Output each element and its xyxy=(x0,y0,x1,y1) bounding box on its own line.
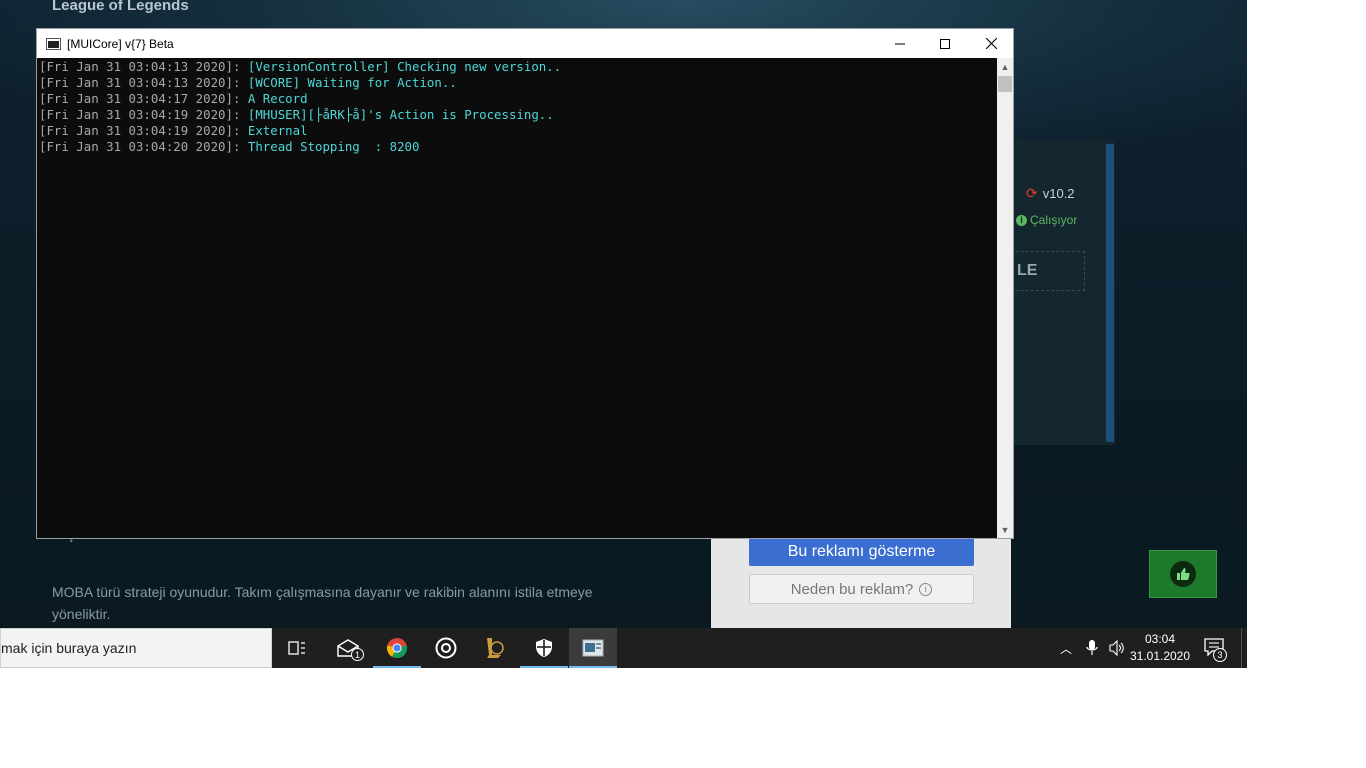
notification-badge: 3 xyxy=(1213,648,1227,662)
thumbs-up-icon xyxy=(1170,561,1196,587)
console-line: [Fri Jan 31 03:04:13 2020]: [VersionCont… xyxy=(39,59,997,75)
log-timestamp: [Fri Jan 31 03:04:17 2020]: xyxy=(39,91,248,106)
why-this-ad-label: Neden bu reklam? xyxy=(790,580,914,598)
taskbar-app-chrome[interactable] xyxy=(373,628,421,668)
desktop-screen: League of Legends ⟳ v10.2 i Çalışıyor LE… xyxy=(0,0,1247,668)
maximize-button[interactable] xyxy=(922,29,968,58)
taskbar-clock[interactable]: 03:04 31.01.2020 xyxy=(1128,631,1192,665)
console-line: [Fri Jan 31 03:04:13 2020]: [WCORE] Wait… xyxy=(39,75,997,91)
status-label: Çalışıyor xyxy=(1030,213,1078,227)
maximize-icon xyxy=(940,38,950,49)
side-panel-scrollbar[interactable] xyxy=(1106,144,1114,442)
log-message: A Record xyxy=(247,91,308,106)
taskbar-app-console[interactable] xyxy=(569,628,617,668)
minimize-icon xyxy=(895,43,905,44)
taskbar: mak için buraya yazın 1 ︿ 03:04 31.01.20… xyxy=(0,628,1247,668)
taskbar-app-groove[interactable] xyxy=(422,628,470,668)
log-timestamp: [Fri Jan 31 03:04:20 2020]: xyxy=(39,139,248,154)
console-output[interactable]: [Fri Jan 31 03:04:13 2020]: [VersionCont… xyxy=(37,58,997,538)
console-line: [Fri Jan 31 03:04:17 2020]: A Record xyxy=(39,91,997,107)
clock-date: 31.01.2020 xyxy=(1129,649,1191,663)
scroll-up-arrow-icon[interactable]: ▲ xyxy=(997,58,1013,75)
console-titlebar[interactable]: [MUICore] v{7} Beta xyxy=(37,29,1013,58)
shield-icon xyxy=(536,639,552,657)
console-scrollbar[interactable]: ▲ ▼ xyxy=(997,58,1013,538)
show-hidden-icons-chevron-icon[interactable]: ︿ xyxy=(1060,640,1072,657)
task-view-button[interactable] xyxy=(273,628,321,668)
log-message: [MHUSER][├åRK├å]'s Action is Processing.… xyxy=(247,107,554,122)
like-button[interactable] xyxy=(1149,550,1217,598)
console-line: [Fri Jan 31 03:04:19 2020]: [MHUSER][├åR… xyxy=(39,107,997,123)
mail-badge: 1 xyxy=(351,648,364,661)
taskbar-search-input[interactable]: mak için buraya yazın xyxy=(0,628,272,668)
log-message: External xyxy=(247,123,308,138)
clock-time: 03:04 xyxy=(1144,632,1176,646)
league-of-legends-icon xyxy=(487,638,504,658)
task-view-icon xyxy=(288,641,305,655)
microphone-icon[interactable] xyxy=(1086,639,1098,657)
close-icon xyxy=(985,38,997,49)
console-line: [Fri Jan 31 03:04:19 2020]: External xyxy=(39,123,997,139)
refresh-icon[interactable]: ⟳ xyxy=(1026,185,1038,202)
status-info-icon: i xyxy=(1016,214,1027,226)
scroll-down-arrow-icon[interactable]: ▼ xyxy=(997,521,1013,538)
volume-icon[interactable] xyxy=(1108,639,1126,657)
console-line: [Fri Jan 31 03:04:20 2020]: Thread Stopp… xyxy=(39,139,997,155)
log-message: [VersionController] Checking new version… xyxy=(247,59,562,74)
console-title: [MUICore] v{7} Beta xyxy=(67,36,174,51)
version-row: ⟳ v10.2 xyxy=(1026,185,1075,202)
status-row: i Çalışıyor xyxy=(1016,213,1077,227)
version-label: v10.2 xyxy=(1042,186,1075,201)
scroll-thumb[interactable] xyxy=(998,76,1012,92)
log-timestamp: [Fri Jan 31 03:04:13 2020]: xyxy=(39,59,248,74)
info-icon: i xyxy=(919,582,933,596)
why-this-ad-button[interactable]: Neden bu reklam? i xyxy=(749,574,974,604)
ad-panel: Bu reklamı gösterme Neden bu reklam? i xyxy=(711,538,1011,628)
console-app-icon xyxy=(46,37,61,50)
hide-ad-button[interactable]: Bu reklamı gösterme xyxy=(749,538,974,566)
log-timestamp: [Fri Jan 31 03:04:19 2020]: xyxy=(39,107,248,122)
minimize-button[interactable] xyxy=(877,29,923,58)
console-app-icon xyxy=(582,639,604,657)
groove-music-icon xyxy=(435,637,457,659)
taskbar-app-security[interactable] xyxy=(520,628,568,668)
console-window: [MUICore] v{7} Beta [Fri Jan 31 03:04:13… xyxy=(36,28,1014,539)
log-timestamp: [Fri Jan 31 03:04:13 2020]: xyxy=(39,75,248,90)
taskbar-app-mail[interactable]: 1 xyxy=(324,628,372,668)
log-message: [WCORE] Waiting for Action.. xyxy=(247,75,457,90)
log-timestamp: [Fri Jan 31 03:04:19 2020]: xyxy=(39,123,248,138)
taskbar-app-league[interactable] xyxy=(471,628,519,668)
show-desktop-button[interactable] xyxy=(1241,628,1247,668)
log-message: Thread Stopping : 8200 xyxy=(247,139,420,154)
chrome-icon xyxy=(386,638,408,659)
game-description: MOBA türü strateji oyunudur. Takım çalış… xyxy=(52,584,593,622)
close-button[interactable] xyxy=(968,29,1014,58)
game-title: League of Legends xyxy=(52,0,189,14)
